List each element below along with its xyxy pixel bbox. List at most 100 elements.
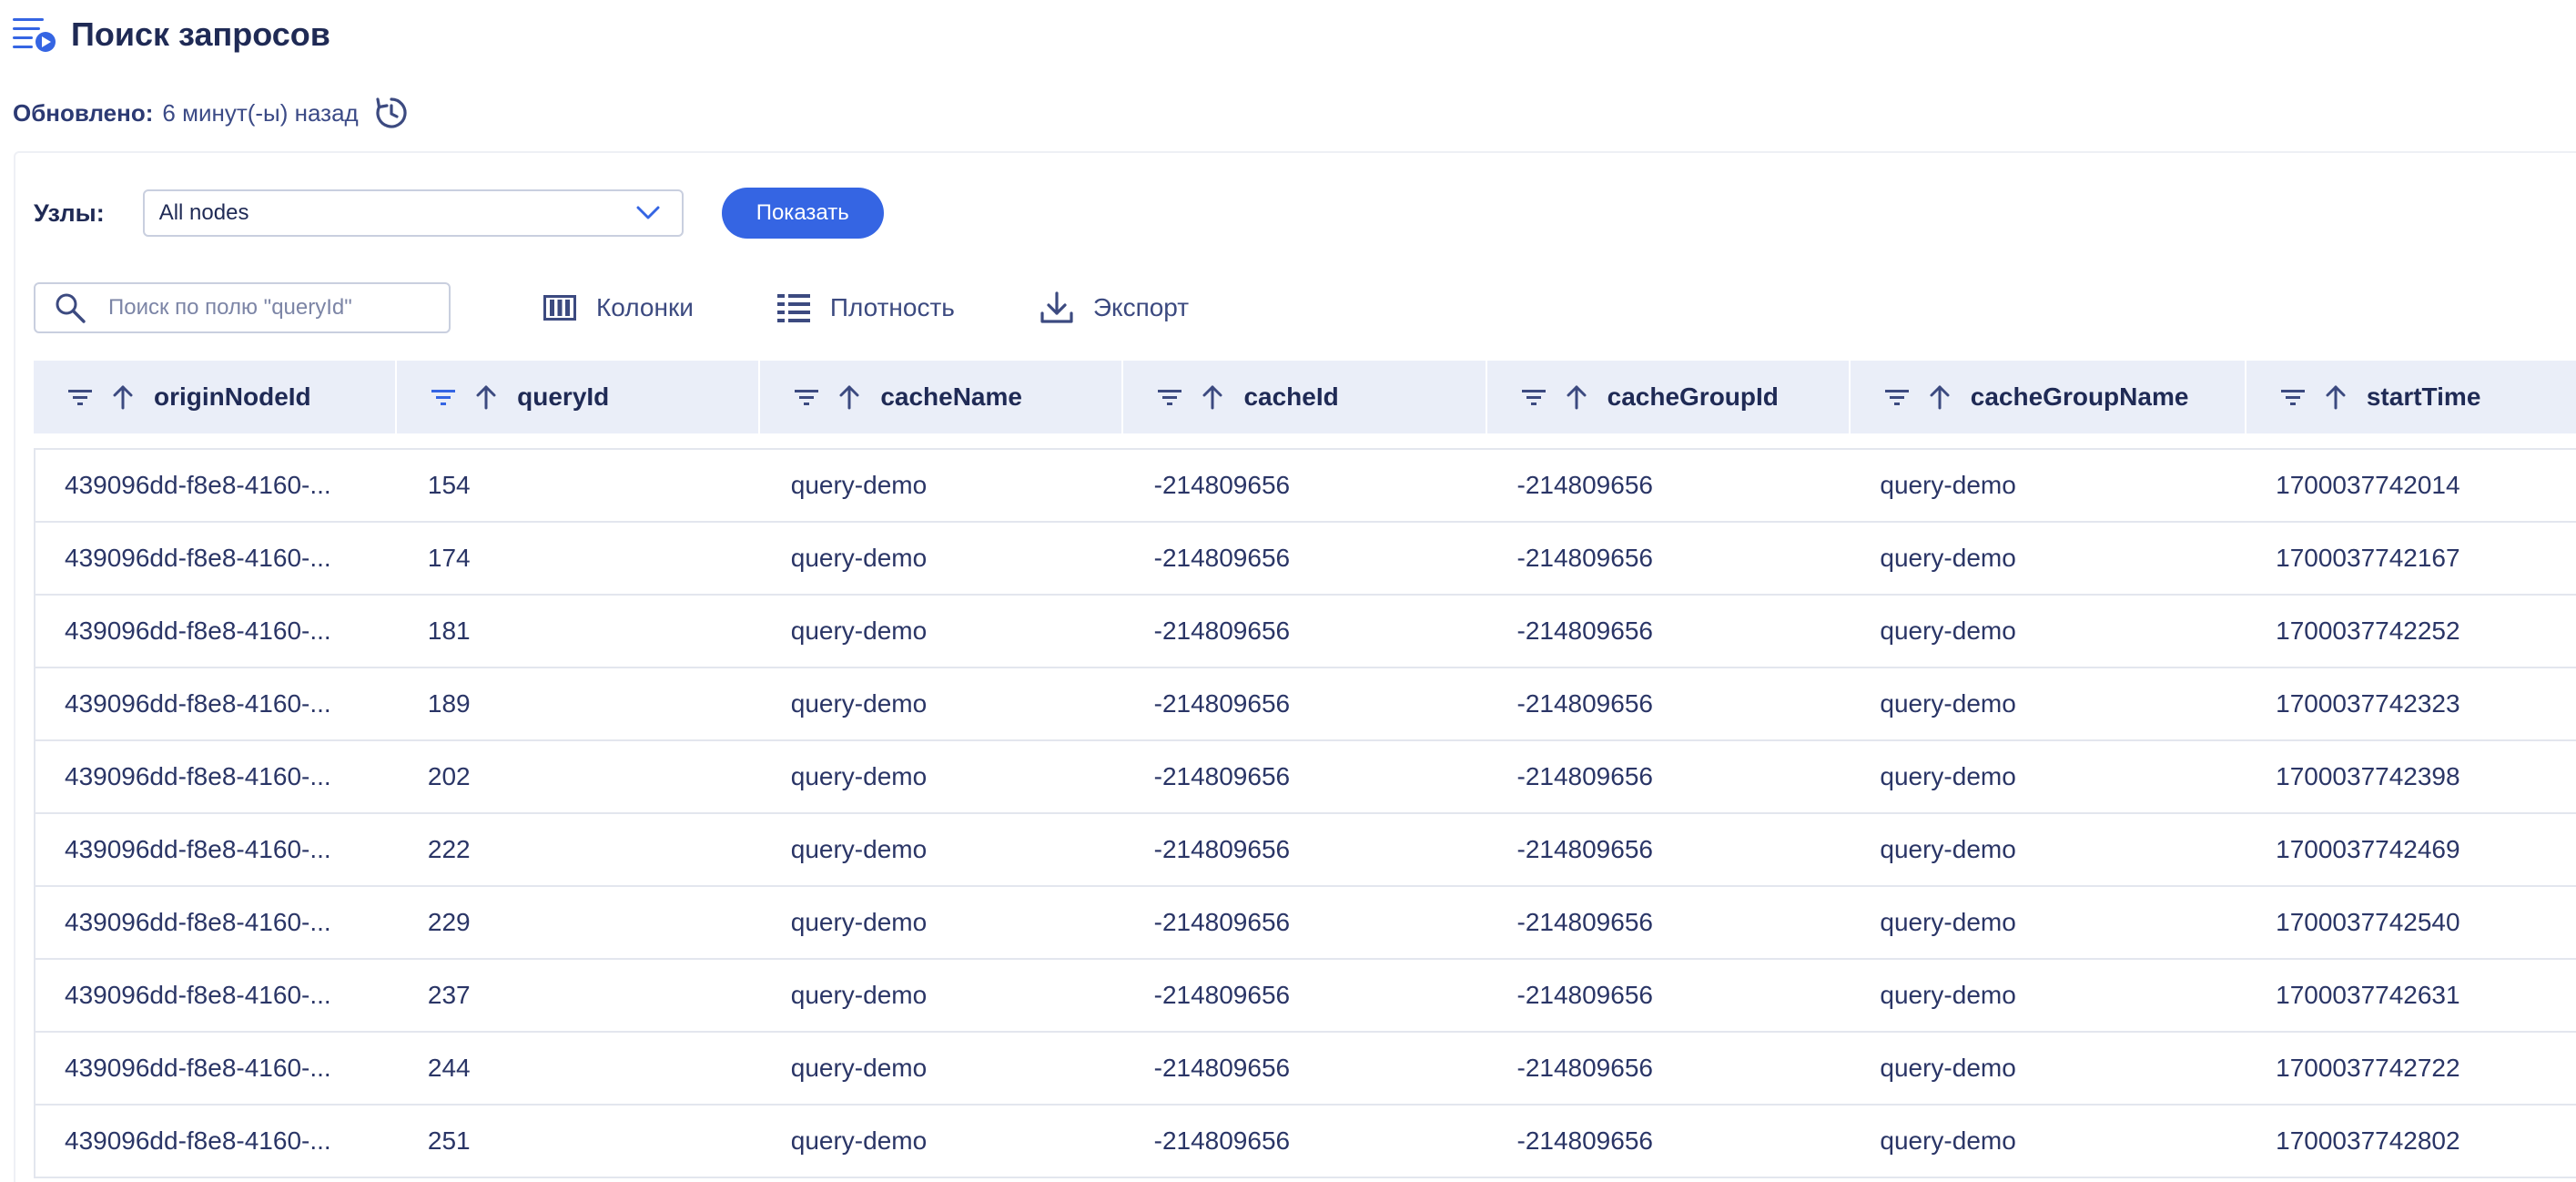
cell-queryId: 189 [427,689,471,718]
columns-button[interactable]: Колонки [543,293,694,322]
filter-icon[interactable] [795,388,819,406]
cell-startTime: 1700037742252 [2276,616,2460,645]
cell-cacheName: query-demo [790,1054,928,1082]
density-label: Плотность [829,293,955,321]
table-row[interactable]: 439096dd-f8e8-4160-... 244 query-demo -2148… [34,1033,2576,1106]
cell-cacheGroupId: -214809656 [1516,981,1653,1009]
cell-cacheGroupName: query-demo [1880,689,2016,718]
cell-cacheId: -214809656 [1153,616,1291,645]
sort-arrow-up-icon[interactable] [838,384,860,410]
table-row[interactable]: 439096dd-f8e8-4160-... 202 query-demo -2148… [34,741,2576,814]
cell-startTime: 1700037742802 [2276,1126,2460,1155]
table-row[interactable]: 439096dd-f8e8-4160-... 189 query-demo -2148… [34,668,2576,741]
search-icon [56,293,86,323]
nodes-select-value: All nodes [158,200,249,225]
column-header-cacheGroupName[interactable]: cacheGroupName [1851,361,2246,433]
column-header-cacheName[interactable]: cacheName [760,361,1124,433]
cell-startTime: 1700037742469 [2276,835,2460,863]
cell-queryId: 181 [427,616,471,645]
column-header-label: queryId [517,382,610,411]
sort-arrow-up-icon[interactable] [1929,384,1951,410]
cell-cacheId: -214809656 [1153,544,1291,572]
cell-originNodeId: 439096dd-f8e8-4160-... [65,908,331,936]
cell-originNodeId: 439096dd-f8e8-4160-... [65,762,331,790]
cell-cacheGroupName: query-demo [1880,1054,2016,1082]
filter-icon[interactable] [68,388,92,406]
last-updated: Обновлено: 6 минут(-ы) назад [13,91,411,135]
cell-cacheName: query-demo [790,616,928,645]
column-header-cacheGroupId[interactable]: cacheGroupId [1487,361,1851,433]
table-row[interactable]: 439096dd-f8e8-4160-... 222 query-demo -2148… [34,814,2576,887]
chevron-down-icon [636,206,660,219]
cell-originNodeId: 439096dd-f8e8-4160-... [65,1054,331,1082]
column-header-label: cacheId [1243,382,1339,411]
table-header: originNodeId queryId cacheName cacheId cache… [34,361,2576,433]
nodes-label: Узлы: [34,199,105,227]
cell-cacheId: -214809656 [1153,908,1291,936]
cell-cacheGroupId: -214809656 [1516,616,1653,645]
filter-icon[interactable] [2280,388,2305,406]
cell-startTime: 1700037742722 [2276,1054,2460,1082]
density-button[interactable]: Плотность [776,293,955,322]
filter-icon[interactable] [431,388,456,406]
nodes-filter: Узлы: All nodes Показать [34,188,884,239]
cell-cacheId: -214809656 [1153,981,1291,1009]
cell-cacheId: -214809656 [1153,1054,1291,1082]
cell-originNodeId: 439096dd-f8e8-4160-... [65,689,331,718]
export-label: Экспорт [1092,293,1190,321]
column-header-label: cacheGroupId [1607,382,1779,411]
sort-arrow-up-icon[interactable] [475,384,497,410]
cell-queryId: 229 [427,908,471,936]
sort-arrow-up-icon[interactable] [1202,384,1223,410]
cell-startTime: 1700037742398 [2276,762,2460,790]
filter-icon[interactable] [1521,388,1546,406]
query-search-page: Поиск запросов Обновлено: 6 минут(-ы) на… [0,0,2576,1182]
cell-cacheGroupId: -214809656 [1516,471,1653,499]
cell-queryId: 202 [427,762,471,790]
refresh-button[interactable] [371,93,411,133]
search-input[interactable] [106,294,420,321]
column-header-startTime[interactable]: startTime [2246,361,2576,433]
sort-arrow-up-icon[interactable] [112,384,134,410]
cell-cacheGroupName: query-demo [1880,471,2016,499]
export-button[interactable]: Экспорт [1040,291,1189,324]
refresh-icon [376,97,407,128]
search-box[interactable] [34,282,451,333]
cell-originNodeId: 439096dd-f8e8-4160-... [65,835,331,863]
filter-icon[interactable] [1158,388,1182,406]
cell-cacheGroupName: query-demo [1880,616,2016,645]
cell-cacheGroupName: query-demo [1880,908,2016,936]
cell-startTime: 1700037742540 [2276,908,2460,936]
column-header-label: cacheGroupName [1970,382,2189,411]
columns-icon [543,295,576,321]
page-header: Поиск запросов [13,11,330,58]
column-header-queryId[interactable]: queryId [397,361,761,433]
table-row[interactable]: 439096dd-f8e8-4160-... 174 query-demo -2148… [34,523,2576,596]
table-row[interactable]: 439096dd-f8e8-4160-... 229 query-demo -2148… [34,887,2576,960]
cell-cacheGroupId: -214809656 [1516,762,1653,790]
nodes-select[interactable]: All nodes [142,189,684,237]
table-row[interactable]: 439096dd-f8e8-4160-... 154 query-demo -2148… [34,450,2576,523]
download-icon [1040,291,1073,324]
query-card: Узлы: All nodes Показать Поиск по полю "… [14,151,2576,1182]
table-toolbar: Колонки Плотность [34,282,1189,333]
table-row[interactable]: 439096dd-f8e8-4160-... 237 query-demo -2148… [34,960,2576,1033]
cell-cacheGroupId: -214809656 [1516,1054,1653,1082]
cell-originNodeId: 439096dd-f8e8-4160-... [65,1126,331,1155]
column-header-cacheId[interactable]: cacheId [1123,361,1487,433]
filter-icon[interactable] [1884,388,1909,406]
cell-cacheId: -214809656 [1153,762,1291,790]
cell-cacheName: query-demo [790,835,928,863]
column-header-originNodeId[interactable]: originNodeId [34,361,398,433]
sort-arrow-up-icon[interactable] [2325,384,2347,410]
queries-table: originNodeId queryId cacheName cacheId cache… [34,361,2576,1178]
table-row[interactable]: 439096dd-f8e8-4160-... 251 query-demo -2148… [34,1106,2576,1178]
sort-arrow-up-icon[interactable] [1566,384,1587,410]
cell-cacheId: -214809656 [1153,835,1291,863]
cell-cacheName: query-demo [790,471,928,499]
cell-cacheId: -214809656 [1153,689,1291,718]
show-button[interactable]: Показать [721,188,884,239]
cell-queryId: 251 [427,1126,471,1155]
table-row[interactable]: 439096dd-f8e8-4160-... 181 query-demo -2148… [34,596,2576,668]
cell-cacheGroupName: query-demo [1880,762,2016,790]
